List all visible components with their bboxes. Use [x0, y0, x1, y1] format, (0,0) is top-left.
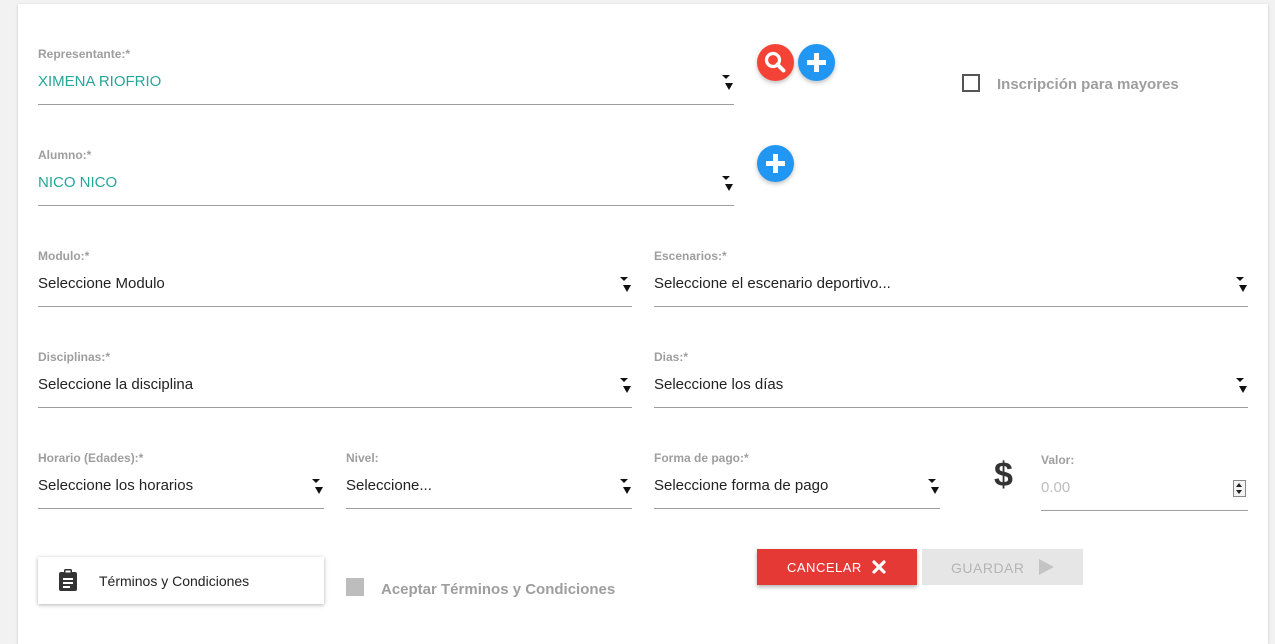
plus-icon — [807, 53, 826, 72]
plus-icon — [766, 154, 785, 173]
modulo-label: Modulo:* — [38, 249, 90, 263]
currency-symbol: $ — [994, 456, 1013, 494]
disciplinas-label: Disciplinas:* — [38, 350, 111, 364]
inscripcion-mayores-checkbox[interactable] — [962, 74, 980, 92]
terminos-button-label: Términos y Condiciones — [99, 573, 250, 589]
forma-pago-label: Forma de pago:* — [654, 451, 749, 465]
save-button[interactable]: GUARDAR — [922, 549, 1083, 585]
representante-value: XIMENA RIOFRIO — [38, 73, 162, 90]
representante-select[interactable]: Representante:* XIMENA RIOFRIO — [38, 47, 734, 107]
representante-label: Representante:* — [38, 47, 131, 61]
horario-label: Horario (Edades):* — [38, 451, 144, 465]
dias-value: Seleccione los días — [654, 376, 784, 393]
field-underline — [38, 306, 632, 307]
cancel-button-label: CANCELAR — [787, 560, 862, 575]
caret-down-icon — [1236, 376, 1247, 396]
horario-select[interactable]: Horario (Edades):* Seleccione los horari… — [38, 451, 324, 511]
escenarios-value: Seleccione el escenario deportivo... — [654, 275, 891, 292]
caret-down-icon — [312, 477, 323, 497]
nivel-label: Nivel: — [346, 451, 379, 465]
field-underline — [654, 306, 1248, 307]
caret-down-icon — [620, 275, 631, 295]
save-button-label: GUARDAR — [951, 560, 1025, 576]
terminos-condiciones-button[interactable]: Términos y Condiciones — [38, 557, 324, 604]
caret-down-icon — [620, 376, 631, 396]
clipboard-icon — [59, 569, 77, 591]
nivel-value: Seleccione... — [346, 477, 432, 494]
alumno-value: NICO NICO — [38, 174, 118, 191]
dias-select[interactable]: Dias:* Seleccione los días — [654, 350, 1248, 410]
field-underline — [654, 508, 940, 509]
aceptar-terminos-label: Aceptar Términos y Condiciones — [381, 581, 616, 598]
forma-pago-value: Seleccione forma de pago — [654, 477, 829, 494]
modulo-value: Seleccione Modulo — [38, 275, 165, 292]
horario-value: Seleccione los horarios — [38, 477, 194, 494]
escenarios-label: Escenarios:* — [654, 249, 727, 263]
search-representante-button[interactable] — [757, 44, 794, 81]
field-underline — [1041, 510, 1248, 511]
escenarios-select[interactable]: Escenarios:* Seleccione el escenario dep… — [654, 249, 1248, 309]
enrollment-form-card: Representante:* XIMENA RIOFRIO Inscripci… — [18, 4, 1268, 644]
field-underline — [38, 508, 324, 509]
cancel-button[interactable]: CANCELAR — [757, 549, 917, 585]
alumno-label: Alumno:* — [38, 148, 92, 162]
caret-down-icon — [722, 174, 733, 194]
play-arrow-icon — [1039, 559, 1054, 575]
caret-down-icon — [928, 477, 939, 497]
caret-down-icon — [1236, 275, 1247, 295]
inscripcion-mayores-label: Inscripción para mayores — [997, 76, 1179, 93]
field-underline — [38, 104, 734, 105]
close-icon — [872, 560, 886, 574]
disciplinas-value: Seleccione la disciplina — [38, 376, 194, 393]
field-underline — [654, 407, 1248, 408]
valor-field[interactable]: Valor: 0.00 — [1041, 453, 1248, 513]
aceptar-terminos-checkbox[interactable] — [346, 578, 364, 596]
caret-down-icon — [722, 73, 733, 93]
field-underline — [38, 205, 734, 206]
search-icon — [764, 51, 786, 73]
alumno-select[interactable]: Alumno:* NICO NICO — [38, 148, 734, 208]
number-spinner[interactable] — [1233, 480, 1246, 497]
modulo-select[interactable]: Modulo:* Seleccione Modulo — [38, 249, 632, 309]
add-alumno-button[interactable] — [757, 145, 794, 182]
field-underline — [38, 407, 632, 408]
nivel-select[interactable]: Nivel: Seleccione... — [346, 451, 632, 511]
valor-label: Valor: — [1041, 453, 1075, 467]
valor-placeholder: 0.00 — [1041, 479, 1071, 496]
forma-pago-select[interactable]: Forma de pago:* Seleccione forma de pago — [654, 451, 940, 511]
add-representante-button[interactable] — [798, 44, 835, 81]
disciplinas-select[interactable]: Disciplinas:* Seleccione la disciplina — [38, 350, 632, 410]
field-underline — [346, 508, 632, 509]
dias-label: Dias:* — [654, 350, 689, 364]
caret-down-icon — [620, 477, 631, 497]
